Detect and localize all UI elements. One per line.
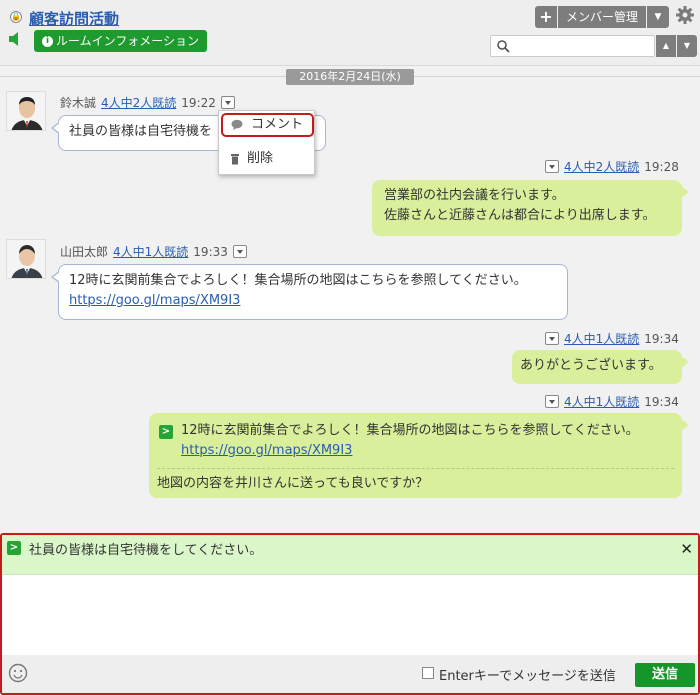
composer-footer: Enterキーでメッセージを送信 送信 [2,655,698,693]
message-text-line: 営業部の社内会議を行います。 [384,188,565,203]
quote-separator [157,468,674,469]
message-time: 19:34 [644,331,679,346]
person-avatar-image [7,240,45,278]
menu-item-delete[interactable]: 削除 [219,147,314,171]
member-manage-button[interactable]: メンバー管理 [558,6,646,28]
search-prev-button[interactable]: ▲ [656,35,676,57]
date-label: 2016年2月24日(水) [286,69,414,85]
read-status-link[interactable]: 4人中2人既読 [101,94,176,111]
message-bubble: 12時に玄関前集合でよろしく！集合場所の地図はこちらを参照してください。 htt… [51,264,568,320]
menu-item-delete-label: 削除 [247,151,274,166]
message-meta: 4人中1人既読 19:34 [545,330,679,347]
message-time: 19:28 [644,159,679,174]
person-avatar-image [7,92,45,130]
message-time: 19:22 [181,95,216,110]
enter-to-send-label: Enterキーでメッセージを送信 [439,669,616,684]
menu-item-comment-label: コメント [251,117,304,132]
menu-item-comment[interactable]: コメント [221,113,314,137]
member-dropdown-button[interactable]: ▼ [647,6,669,28]
quoted-text: 12時に玄関前集合でよろしく！集合場所の地図はこちらを参照してください。 [181,423,639,438]
message-time: 19:34 [644,394,679,409]
quote-icon: > [159,425,173,439]
message-text: ありがとうございます。 [520,358,662,373]
message-meta: 4人中1人既読 19:34 [545,393,679,410]
message-menu-toggle[interactable] [545,332,559,345]
quoted-map-link[interactable]: https://goo.gl/maps/XM9I3 [181,443,352,458]
author-name: 鈴木誠 [60,96,97,110]
message-menu-toggle[interactable] [232,245,247,258]
message-meta: 4人中2人既読 19:28 [545,158,679,175]
map-link[interactable]: https://goo.gl/maps/XM9I3 [69,293,240,308]
quote-icon: > [7,541,21,555]
message-bubble: ありがとうございます。 [512,350,689,384]
message-meta: 山田太郎 4人中1人既読 19:33 [60,243,247,260]
search-input[interactable] [513,38,651,54]
message-text: 12時に玄関前集合でよろしく！集合場所の地図はこちらを参照してください。 [69,273,527,288]
author-name: 山田太郎 [60,245,109,259]
lock-icon: 🔒 [10,11,22,23]
add-member-button[interactable]: + [535,6,557,28]
message-meta: 鈴木誠 4人中2人既読 19:22 [60,94,235,111]
message-bubble: > 12時に玄関前集合でよろしく！集合場所の地図はこちらを参照してください。 h… [149,413,689,498]
message-bubble: 営業部の社内会議を行います。 佐藤さんと近藤さんは都合により出席します。 [372,180,689,236]
room-info-label: ルームインフォメーション [56,34,200,48]
message-input[interactable] [2,575,698,655]
comment-icon [231,119,243,130]
search-next-button[interactable]: ▼ [677,35,697,57]
search-icon [497,40,510,53]
read-status-link[interactable]: 4人中2人既読 [564,158,639,175]
search-box [490,35,655,57]
message-composer: > 社員の皆様は自宅待機をしてください。 ✕ Enterキーでメッセージを送信 … [0,533,700,695]
message-text: 地図の内容を井川さんに送っても良いですか？ [157,476,429,491]
gear-icon[interactable] [675,5,695,25]
message-context-menu: コメント 削除 [218,110,315,175]
info-icon: i [42,35,53,47]
message-text-line: 佐藤さんと近藤さんは都合により出席します。 [384,208,656,223]
avatar-yamada [6,239,46,279]
message-menu-toggle[interactable] [545,395,559,408]
reply-preview-text: 社員の皆様は自宅待機をしてください。 [29,543,263,558]
read-status-link[interactable]: 4人中1人既読 [113,243,188,260]
room-title[interactable]: 顧客訪問活動 [29,8,119,29]
message-menu-toggle[interactable] [545,160,559,173]
room-header: 🔒 顧客訪問活動 i ルームインフォメーション + メンバー管理 ▼ ▲ ▼ [0,0,700,66]
reply-preview-bar: > 社員の皆様は自宅待機をしてください。 ✕ [2,535,698,575]
message-text: 社員の皆様は自宅待機を [69,124,213,139]
close-icon[interactable]: ✕ [680,540,693,558]
send-button[interactable]: 送信 [635,663,695,687]
message-menu-toggle[interactable] [220,96,235,109]
trash-icon [231,154,239,165]
enter-to-send-checkbox[interactable] [422,667,434,679]
speaker-icon[interactable] [8,31,22,47]
emoji-icon[interactable] [8,663,28,683]
message-time: 19:33 [193,244,228,259]
room-info-button[interactable]: i ルームインフォメーション [34,30,208,52]
quoted-message: > 12時に玄関前集合でよろしく！集合場所の地図はこちらを参照してください。 h… [157,421,674,461]
read-status-link[interactable]: 4人中1人既読 [564,393,639,410]
avatar-suzuki [6,91,46,131]
read-status-link[interactable]: 4人中1人既読 [564,330,639,347]
